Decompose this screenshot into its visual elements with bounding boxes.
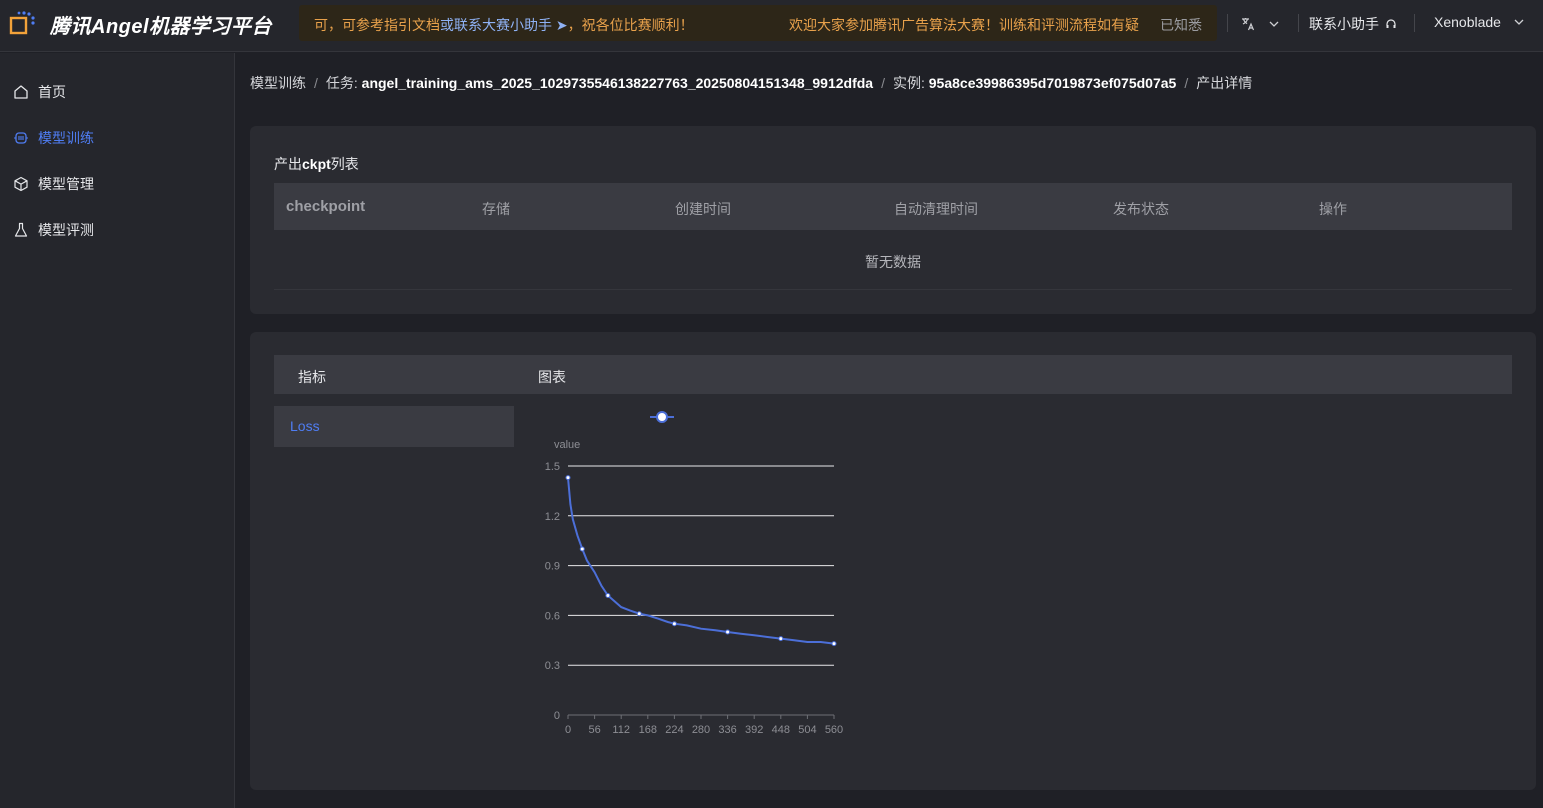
notice-text-left: 可，可参考指引文档或联系大赛小助手 ➤，祝各位比赛顺利！ (314, 17, 694, 33)
ckpt-table-empty: 暂无数据 (274, 230, 1512, 290)
metrics-header: 指标 图表 (274, 355, 1512, 394)
sidebar-item-model-training[interactable]: 模型训练 (13, 126, 94, 150)
loss-data-point (636, 611, 642, 617)
translate-icon (1242, 18, 1255, 31)
x-tick-label: 448 (772, 724, 790, 736)
notice-dismiss-button[interactable]: 已知悉 (1160, 15, 1202, 35)
sidebar-item-label: 模型评测 (38, 222, 94, 238)
breadcrumb-item-instance[interactable]: 实例: 95a8ce39986395d7019873ef075d07a5 (893, 75, 1176, 91)
chart-grid (568, 465, 834, 666)
metrics-header-chart: 图表 (538, 369, 566, 385)
x-tick-label: 56 (588, 724, 600, 736)
x-tick-label: 280 (692, 724, 710, 736)
sidebar-item-label: 模型训练 (38, 130, 94, 146)
loss-series-line (567, 477, 835, 645)
headset-icon (1386, 19, 1396, 28)
language-switch-button[interactable] (1240, 14, 1282, 34)
sidebar: 首页 模型训练 模型管理 模型评测 (0, 53, 235, 808)
ckpt-card: 产出ckpt列表 checkpoint 存储 创建时间 自动清理时间 发布状态 … (250, 126, 1536, 314)
chart-legend[interactable] (650, 411, 674, 423)
header-divider (1227, 14, 1228, 32)
notice-assistant-link[interactable]: 或联系大赛小助手 ➤ (440, 17, 568, 33)
sidebar-item-model-evaluation[interactable]: 模型评测 (13, 218, 94, 242)
notice-banner: 可，可参考指引文档或联系大赛小助手 ➤，祝各位比赛顺利！ 欢迎大家参加腾讯广告算… (299, 5, 1217, 41)
y-tick-label: 0.9 (545, 561, 560, 573)
loss-data-point (671, 621, 677, 627)
notice-text-right: 欢迎大家参加腾讯广告算法大赛！训练和评测流程如有疑 (789, 17, 1139, 33)
x-tick-label: 504 (798, 724, 816, 736)
ckpt-table-header: checkpoint 存储 创建时间 自动清理时间 发布状态 操作 (274, 183, 1512, 230)
loss-data-point (831, 641, 837, 647)
loss-data-point (579, 546, 585, 552)
metric-item-label: Loss (290, 418, 320, 434)
column-header-checkpoint: checkpoint (286, 198, 366, 215)
breadcrumb-item-current: 产出详情 (1196, 75, 1253, 91)
angel-logo-icon (9, 11, 35, 35)
empty-text: 暂无数据 (865, 254, 921, 270)
x-tick-label: 112 (612, 724, 630, 736)
header-divider (1298, 14, 1299, 32)
sidebar-item-label: 首页 (38, 84, 66, 100)
header-divider (1414, 14, 1415, 32)
y-tick-labels: 0 0.3 0.6 0.9 1.2 1.5 (545, 461, 560, 722)
ckpt-card-title: 产出ckpt列表 (274, 156, 359, 172)
metric-item-loss[interactable]: Loss (274, 406, 514, 447)
contact-assistant-label: 联系小助手 (1309, 16, 1379, 32)
breadcrumb: 模型训练 / 任务: angel_training_ams_2025_1029735… (250, 73, 1252, 93)
x-tick-label: 392 (745, 724, 763, 736)
user-menu[interactable]: Xenoblade (1434, 14, 1525, 30)
y-tick-label: 1.2 (545, 511, 560, 523)
loss-data-point (778, 636, 784, 642)
loss-chart: value 0 0.3 0.6 0.9 1.2 1.5 0 56 112 168 224 280 33… (545, 411, 843, 736)
x-tick-label: 336 (718, 724, 736, 736)
top-bar: 腾讯Angel机器学习平台 可，可参考指引文档或联系大赛小助手 ➤，祝各位比赛顺… (0, 0, 1543, 52)
loss-data-point (605, 592, 611, 598)
breadcrumb-separator: / (314, 75, 318, 91)
breadcrumb-item-task[interactable]: 任务: angel_training_ams_2025_102973554613… (326, 75, 873, 91)
y-tick-label: 0 (554, 710, 560, 722)
app-title[interactable]: 腾讯Angel机器学习平台 (50, 10, 272, 39)
x-tick-label: 560 (825, 724, 843, 736)
column-header-cleanup-time: 自动清理时间 (894, 201, 978, 217)
x-axis: 0 56 112 168 224 280 336 392 448 504 560 (565, 714, 843, 736)
y-axis-label: value (554, 439, 580, 451)
breadcrumb-separator: / (881, 75, 885, 91)
y-tick-label: 1.5 (545, 461, 560, 473)
contact-assistant-button[interactable]: 联系小助手 (1309, 14, 1397, 34)
chevron-down-icon (1269, 21, 1279, 27)
home-icon (14, 85, 28, 99)
chevron-down-icon (1514, 19, 1524, 25)
metrics-header-metric: 指标 (298, 369, 326, 385)
loss-data-point (565, 475, 571, 481)
user-name: Xenoblade (1434, 14, 1501, 30)
y-tick-label: 0.3 (545, 660, 560, 672)
sidebar-item-home[interactable]: 首页 (13, 80, 66, 104)
chip-icon (14, 132, 28, 144)
x-tick-label: 168 (639, 724, 657, 736)
loss-data-point (725, 629, 731, 635)
breadcrumb-item-training[interactable]: 模型训练 (250, 75, 306, 91)
x-tick-label: 224 (665, 724, 683, 736)
column-header-actions: 操作 (1319, 201, 1347, 217)
sidebar-item-model-management[interactable]: 模型管理 (13, 172, 94, 196)
legend-marker-icon (656, 411, 668, 423)
column-header-created-time: 创建时间 (675, 201, 731, 217)
column-header-publish-status: 发布状态 (1113, 201, 1169, 217)
y-tick-label: 0.6 (545, 610, 560, 622)
cube-icon (14, 176, 28, 192)
column-header-storage: 存储 (482, 201, 510, 217)
chart-series (565, 475, 837, 647)
x-tick-label: 0 (565, 724, 571, 736)
flask-icon (14, 222, 28, 237)
sidebar-item-label: 模型管理 (38, 176, 94, 192)
metrics-card: 指标 图表 Loss (250, 332, 1536, 790)
breadcrumb-separator: / (1184, 75, 1189, 91)
